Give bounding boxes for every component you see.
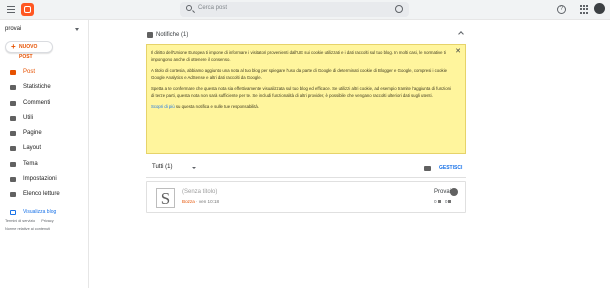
sidebar-item-label: Impostazioni [23,176,57,183]
view-count: 0 [444,199,448,204]
view-blog-link[interactable]: Visualizza blog [0,205,89,220]
chevron-up-icon[interactable] [458,31,464,37]
post-row[interactable]: S (Senza titolo) Bozza · ven 10:18 Prova… [146,181,466,213]
blog-selector[interactable]: provai [5,26,21,32]
menu-icon[interactable] [7,6,15,13]
new-post-button[interactable]: + NUOVO POST [5,41,53,60]
stats-icon [10,85,16,91]
sidebar-item-label: Layout [23,145,42,152]
theme-icon [10,161,16,167]
content-policy-link[interactable]: Norme relative ai contenuti [5,227,50,231]
sidebar-item-settings[interactable]: Impostazioni [0,172,89,187]
search-icon[interactable] [186,5,192,11]
privacy-link[interactable]: Privacy [41,219,53,223]
divider [146,177,466,178]
post-thumbnail: S [156,188,175,208]
view-blog-label: Visualizza blog [23,208,57,215]
apps-grid-icon[interactable] [580,5,589,14]
plus-icon: + [11,42,16,51]
post-stats: 0 0 [434,199,454,204]
notifications-header[interactable]: Notifiche (1) [147,31,465,41]
sidebar-item-earnings[interactable]: Utili [0,111,89,126]
close-icon[interactable]: ✕ [455,48,461,55]
sidebar-item-theme[interactable]: Tema [0,157,89,172]
sidebar-item-posts[interactable]: Post [0,65,89,80]
help-icon[interactable]: ? [557,5,566,14]
post-date: ven 10:18 [198,199,220,204]
notifications-title: Notifiche (1) [156,32,189,38]
search-input[interactable]: Cerca post [198,5,227,11]
posts-icon [10,70,16,75]
draft-badge: Bozza [182,199,195,204]
top-bar: Cerca post ? [0,0,610,20]
notification-flag-icon [147,32,153,38]
notice-paragraph: Il diritto dell'Unione Europea ti impone… [151,50,446,62]
sidebar-item-layout[interactable]: Layout [0,141,89,156]
manage-button[interactable]: GESTISCI [439,165,462,171]
sidebar-item-reading-list[interactable]: Elenco letture [0,187,89,202]
sidebar-nav: Post Statistiche Commenti Utili Pagine L… [0,65,89,220]
new-post-label: NUOVO POST [19,44,38,60]
sidebar-footer-2: Norme relative ai contenuti [5,227,55,231]
sidebar-item-comments[interactable]: Commenti [0,96,89,111]
account-avatar[interactable] [594,3,605,14]
sidebar-item-label: Pagine [23,130,42,137]
posts-toolbar: Tutti (1) GESTISCI [146,160,466,177]
sidebar: provai + NUOVO POST Post Statistiche Com… [0,20,89,288]
sidebar-item-label: Commenti [23,99,51,106]
terms-link[interactable]: Termini di servizio [5,219,35,223]
cookie-notice: ✕ Il diritto dell'Unione Europea ti impo… [146,44,466,154]
search-options-icon[interactable] [395,5,403,13]
main-content: Notifiche (1) ✕ Il diritto dell'Unione E… [89,20,610,288]
earnings-icon [10,115,16,121]
notice-learn-more: Scopri di più su questa notifica e sulle… [151,103,453,110]
sidebar-item-label: Tema [23,160,38,167]
sidebar-footer: Termini di servizio Privacy [5,219,59,223]
label-icon[interactable] [424,166,431,171]
sidebar-item-stats[interactable]: Statistiche [0,80,89,95]
comment-icon [437,200,441,204]
comment-count: 0 [434,199,437,204]
chevron-down-icon[interactable] [75,28,79,31]
author-avatar [450,188,458,196]
post-status: Bozza · ven 10:18 [182,199,220,204]
open-external-icon [10,209,16,215]
sidebar-item-label: Elenco letture [23,191,60,198]
pages-icon [10,131,16,137]
sidebar-item-pages[interactable]: Pagine [0,126,89,141]
search-box[interactable]: Cerca post [180,2,409,17]
learn-more-link[interactable]: Scopri di più [151,104,175,109]
notice-paragraph: Spetta a te confermare che questa nota s… [151,86,451,98]
sidebar-item-label: Post [23,69,36,75]
post-author: Provai [434,189,452,195]
sidebar-item-label: Statistiche [23,84,51,91]
layout-icon [10,146,16,152]
post-title[interactable]: (Senza titolo) [182,189,217,195]
blogger-logo-icon[interactable] [21,3,34,16]
reading-list-icon [10,192,16,198]
posts-filter-dropdown[interactable]: Tutti (1) [152,164,172,170]
chevron-down-icon[interactable] [192,167,196,169]
notice-paragraph: A titolo di cortesia, abbiamo aggiunto u… [151,68,448,80]
learn-more-rest: su questa notifica e sulle tue responsab… [175,104,259,109]
views-icon [448,200,452,204]
comments-icon [10,100,16,106]
sidebar-item-label: Utili [23,114,33,121]
settings-icon [10,177,16,183]
